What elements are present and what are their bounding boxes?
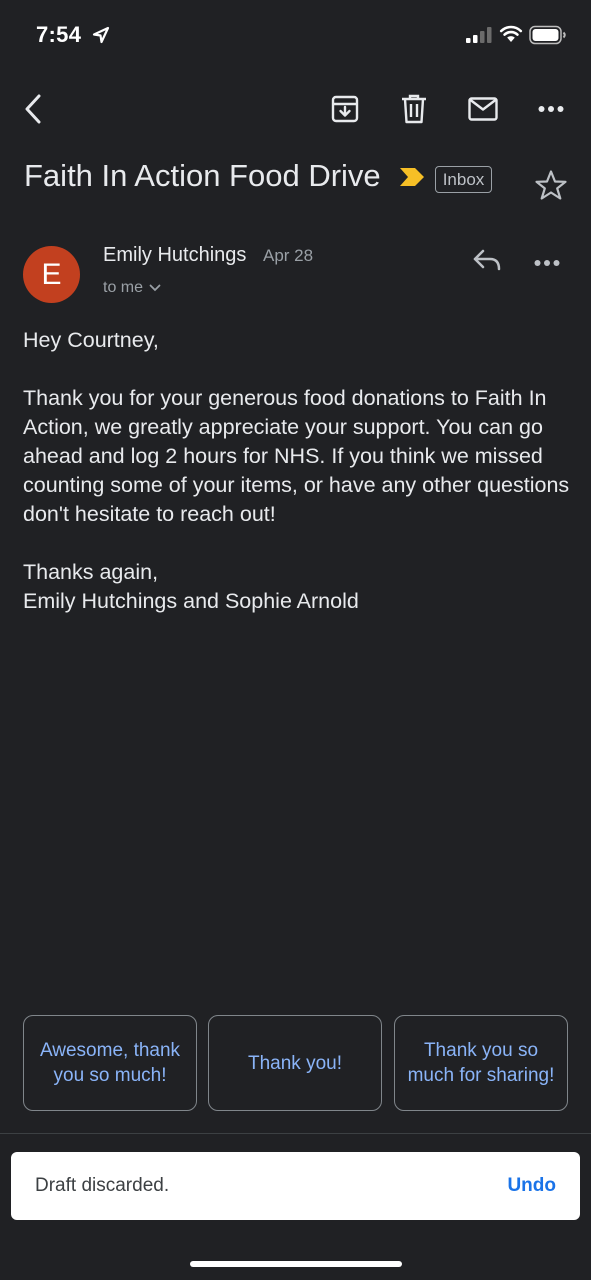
cellular-signal-icon bbox=[466, 27, 492, 43]
more-horiz-icon bbox=[534, 260, 560, 266]
sent-date: Apr 28 bbox=[263, 246, 314, 265]
delete-button[interactable] bbox=[395, 90, 433, 128]
mark-unread-button[interactable] bbox=[464, 90, 502, 128]
mail-icon bbox=[468, 97, 498, 121]
sender-name: Emily Hutchings bbox=[103, 244, 247, 266]
email-screen: 7:54 Faith In Action Food Drive Inbox E … bbox=[0, 0, 591, 1280]
email-body: Hey Courtney, Thank you for your generou… bbox=[23, 326, 573, 616]
snackbar: Draft discarded. Undo bbox=[11, 1152, 580, 1220]
smart-reply-chip[interactable]: Awesome, thank you so much! bbox=[23, 1015, 197, 1111]
reply-button[interactable] bbox=[472, 248, 506, 278]
greeting: Hey Courtney, bbox=[23, 328, 159, 352]
recipient-details-toggle[interactable]: to me bbox=[103, 279, 161, 297]
more-options-button[interactable] bbox=[532, 90, 570, 128]
smart-reply-chip[interactable]: Thank you! bbox=[208, 1015, 382, 1111]
status-time: 7:54 bbox=[36, 22, 82, 47]
signature: Emily Hutchings and Sophie Arnold bbox=[23, 589, 359, 613]
email-subject: Faith In Action Food Drive bbox=[24, 158, 381, 193]
chevron-down-icon bbox=[149, 284, 161, 292]
wifi-icon bbox=[499, 25, 523, 42]
archive-icon bbox=[331, 95, 359, 123]
back-arrow-icon bbox=[25, 94, 41, 124]
location-arrow-icon bbox=[92, 26, 110, 44]
snackbar-message: Draft discarded. bbox=[35, 1175, 170, 1196]
more-horiz-icon bbox=[538, 106, 564, 112]
undo-button[interactable]: Undo bbox=[507, 1175, 556, 1197]
back-button[interactable] bbox=[18, 90, 48, 128]
importance-marker-icon bbox=[400, 168, 424, 186]
reply-icon bbox=[473, 249, 501, 271]
divider bbox=[0, 1133, 591, 1134]
message-more-button[interactable] bbox=[534, 248, 568, 278]
archive-button[interactable] bbox=[326, 90, 364, 128]
battery-icon bbox=[529, 25, 566, 45]
recipient-text: to me bbox=[103, 279, 144, 296]
star-icon[interactable] bbox=[534, 169, 568, 201]
closing: Thanks again, bbox=[23, 560, 159, 584]
home-indicator[interactable] bbox=[190, 1261, 402, 1267]
trash-icon bbox=[402, 94, 426, 124]
body-paragraph: Thank you for your generous food donatio… bbox=[23, 386, 570, 526]
inbox-label-chip[interactable]: Inbox bbox=[435, 166, 492, 193]
sender-avatar[interactable]: E bbox=[23, 246, 80, 303]
smart-reply-chip[interactable]: Thank you so much for sharing! bbox=[394, 1015, 568, 1111]
